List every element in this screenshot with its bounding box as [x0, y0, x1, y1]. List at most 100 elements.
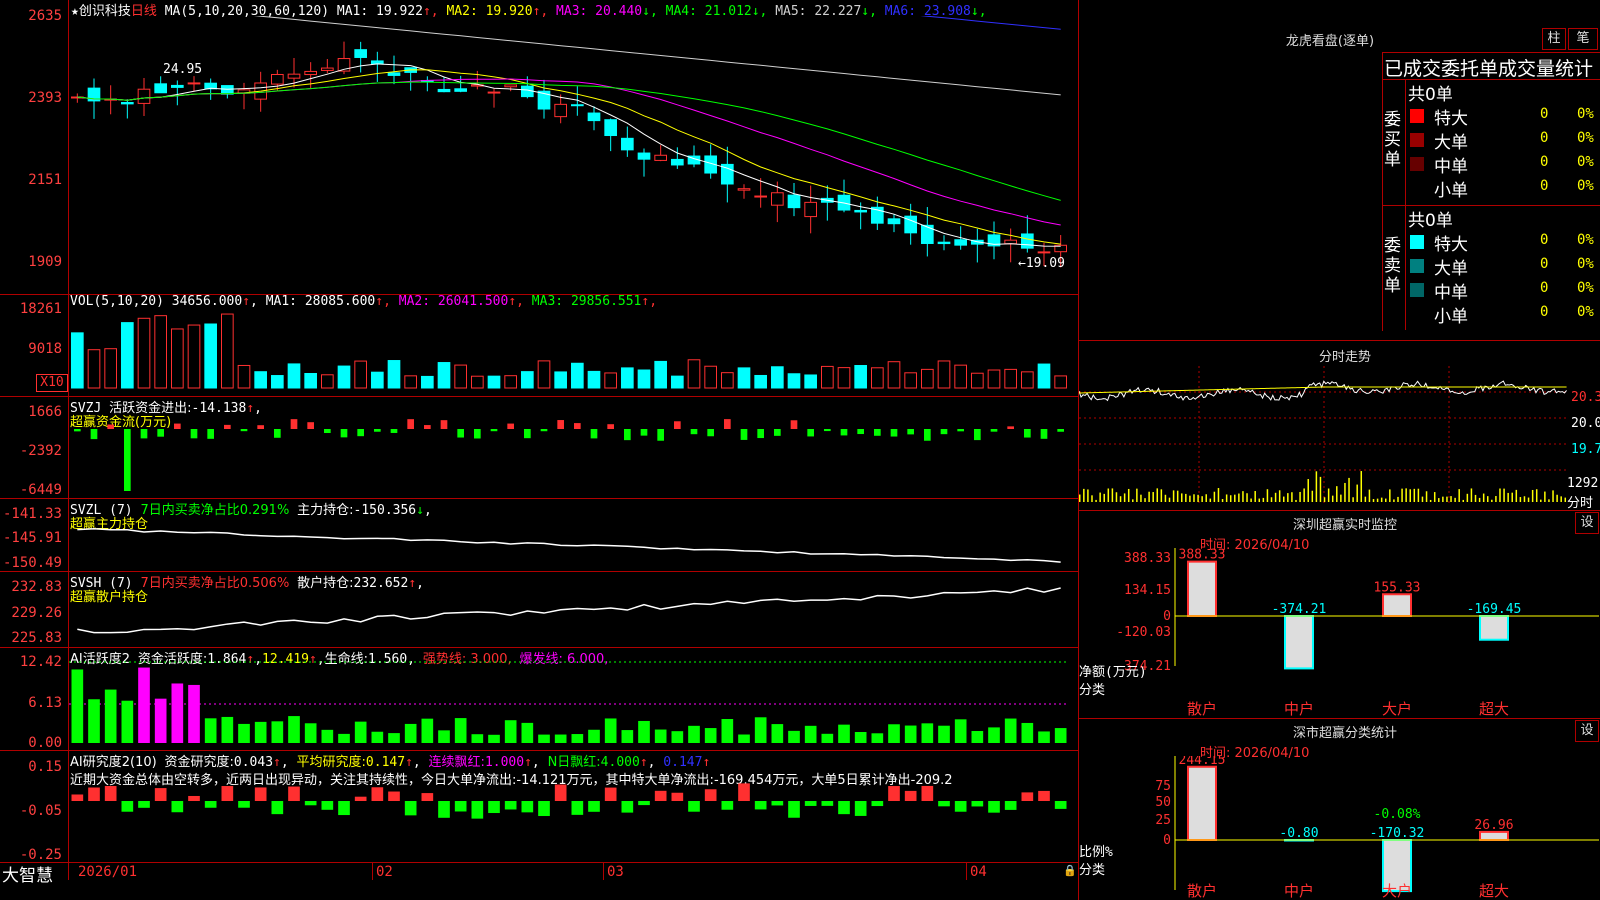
monitor-settings-button[interactable]: 设	[1575, 512, 1599, 534]
volume-bar	[987, 369, 1001, 389]
research-bar	[354, 796, 367, 801]
buy-row-pct: 0%	[1577, 106, 1594, 122]
flow-bar	[74, 429, 81, 432]
divider	[0, 862, 1078, 863]
intraday-volume-bar	[1393, 499, 1395, 502]
activity-bar	[754, 717, 767, 743]
flow-bar	[790, 420, 798, 429]
intraday-volume-bar	[1246, 493, 1248, 502]
activity-bar	[1038, 731, 1050, 743]
activity-bar	[988, 727, 1000, 743]
volume-bar	[587, 370, 601, 389]
monitor-chart: 388.33 散户 -374.21 中户 155.33 大户 -169.45 超大 388.33…	[1079, 548, 1599, 718]
intraday-volume-bar	[1429, 499, 1432, 502]
flow-bar	[807, 429, 814, 437]
x-tick	[966, 862, 967, 880]
research-bar	[371, 787, 384, 801]
classify-settings-button[interactable]: 设	[1575, 720, 1599, 742]
research-bar	[471, 801, 484, 819]
ytick: 9018	[28, 341, 62, 357]
intraday-volume-bar	[1164, 494, 1167, 502]
intraday-volume-bar	[1531, 489, 1534, 502]
intraday-volume-bar	[1560, 496, 1562, 502]
ytick: 18261	[19, 301, 62, 317]
flow-bar	[1040, 429, 1048, 439]
research-bar	[404, 801, 417, 816]
ytick: 388.33	[1124, 551, 1171, 566]
sell-row-swatch	[1410, 259, 1424, 273]
ytick: 1666	[28, 404, 62, 420]
activity-bar	[354, 721, 367, 743]
sell-row-count: 0	[1540, 280, 1549, 296]
intraday-volume-bar	[1193, 494, 1195, 502]
activity-bar	[521, 722, 534, 743]
buy-row-name: 大单	[1434, 133, 1468, 153]
volume-bar	[654, 360, 667, 389]
research-bar	[321, 801, 334, 810]
intraday-title: 分时走势	[1318, 350, 1371, 365]
ytick: 134.15	[1124, 583, 1171, 598]
volume-bar	[121, 322, 134, 389]
activity-bar	[188, 684, 200, 743]
activity-bar	[904, 725, 917, 743]
svsh-line	[77, 587, 1061, 634]
intraday-volume-bar	[1172, 490, 1175, 502]
research-bar	[704, 789, 717, 801]
x-label: 2026/01	[78, 864, 138, 880]
ytick: 0	[1163, 609, 1171, 624]
flow-bar	[174, 423, 181, 429]
intraday-volume-bar	[1127, 488, 1130, 502]
intraday-volume-bar	[1515, 489, 1518, 502]
flow-bar	[224, 424, 231, 429]
buy-row-count: 0	[1540, 106, 1549, 122]
lock-icon[interactable]: 🔒	[1063, 864, 1077, 877]
tick-view-button[interactable]: 笔	[1568, 28, 1598, 50]
divider	[1078, 510, 1600, 511]
research-bar	[554, 784, 567, 801]
volume-bar	[71, 332, 84, 389]
ytick: -120.03	[1116, 625, 1171, 640]
volume-bar	[504, 375, 518, 389]
intraday-volume-bar	[1368, 489, 1371, 502]
research-bar	[921, 785, 934, 801]
intraday-volume-bar	[1250, 498, 1252, 502]
sell-row-name: 中单	[1434, 283, 1468, 303]
flow-bar	[624, 429, 631, 441]
divider	[1405, 80, 1406, 330]
flow-bar	[457, 429, 464, 438]
intraday-volume-bar	[1556, 494, 1558, 502]
research-bar	[1004, 801, 1017, 810]
sell-row-pct: 0%	[1577, 232, 1594, 248]
flow-bar	[774, 429, 781, 436]
candle-body	[271, 73, 284, 85]
research-bar	[638, 801, 650, 806]
sell-side-label: 委卖单	[1384, 236, 1401, 296]
activity-bar	[721, 719, 734, 743]
research-bar	[488, 801, 500, 814]
activity-bar	[121, 700, 134, 743]
intraday-chart[interactable]	[1079, 366, 1569, 506]
research-bar	[788, 801, 800, 818]
activity-bar	[488, 734, 500, 743]
activity-bar	[404, 723, 417, 743]
activity-bar	[288, 716, 300, 743]
research-bar	[738, 783, 750, 801]
research-bar	[654, 790, 667, 801]
candle-body	[671, 158, 684, 166]
volume-bar	[287, 363, 301, 389]
buy-row-name: 小单	[1434, 181, 1468, 201]
intraday-volume-bar	[1331, 495, 1334, 502]
candle-body	[121, 102, 134, 105]
activity-bar	[938, 725, 950, 743]
intraday-volume-bar	[1405, 488, 1407, 502]
ytick: 75	[1155, 779, 1171, 794]
intraday-volume-bar	[1123, 493, 1126, 502]
research-bar	[304, 801, 317, 806]
sell-row-name: 大单	[1434, 259, 1468, 279]
buy-row-swatch	[1410, 181, 1424, 195]
classify-title: 深市超赢分类统计	[1292, 726, 1397, 741]
bar-view-button[interactable]: 柱	[1542, 28, 1566, 50]
intraday-volume-bar	[1238, 493, 1240, 502]
intraday-volume-bar	[1417, 488, 1420, 502]
buy-row-swatch	[1410, 109, 1424, 123]
